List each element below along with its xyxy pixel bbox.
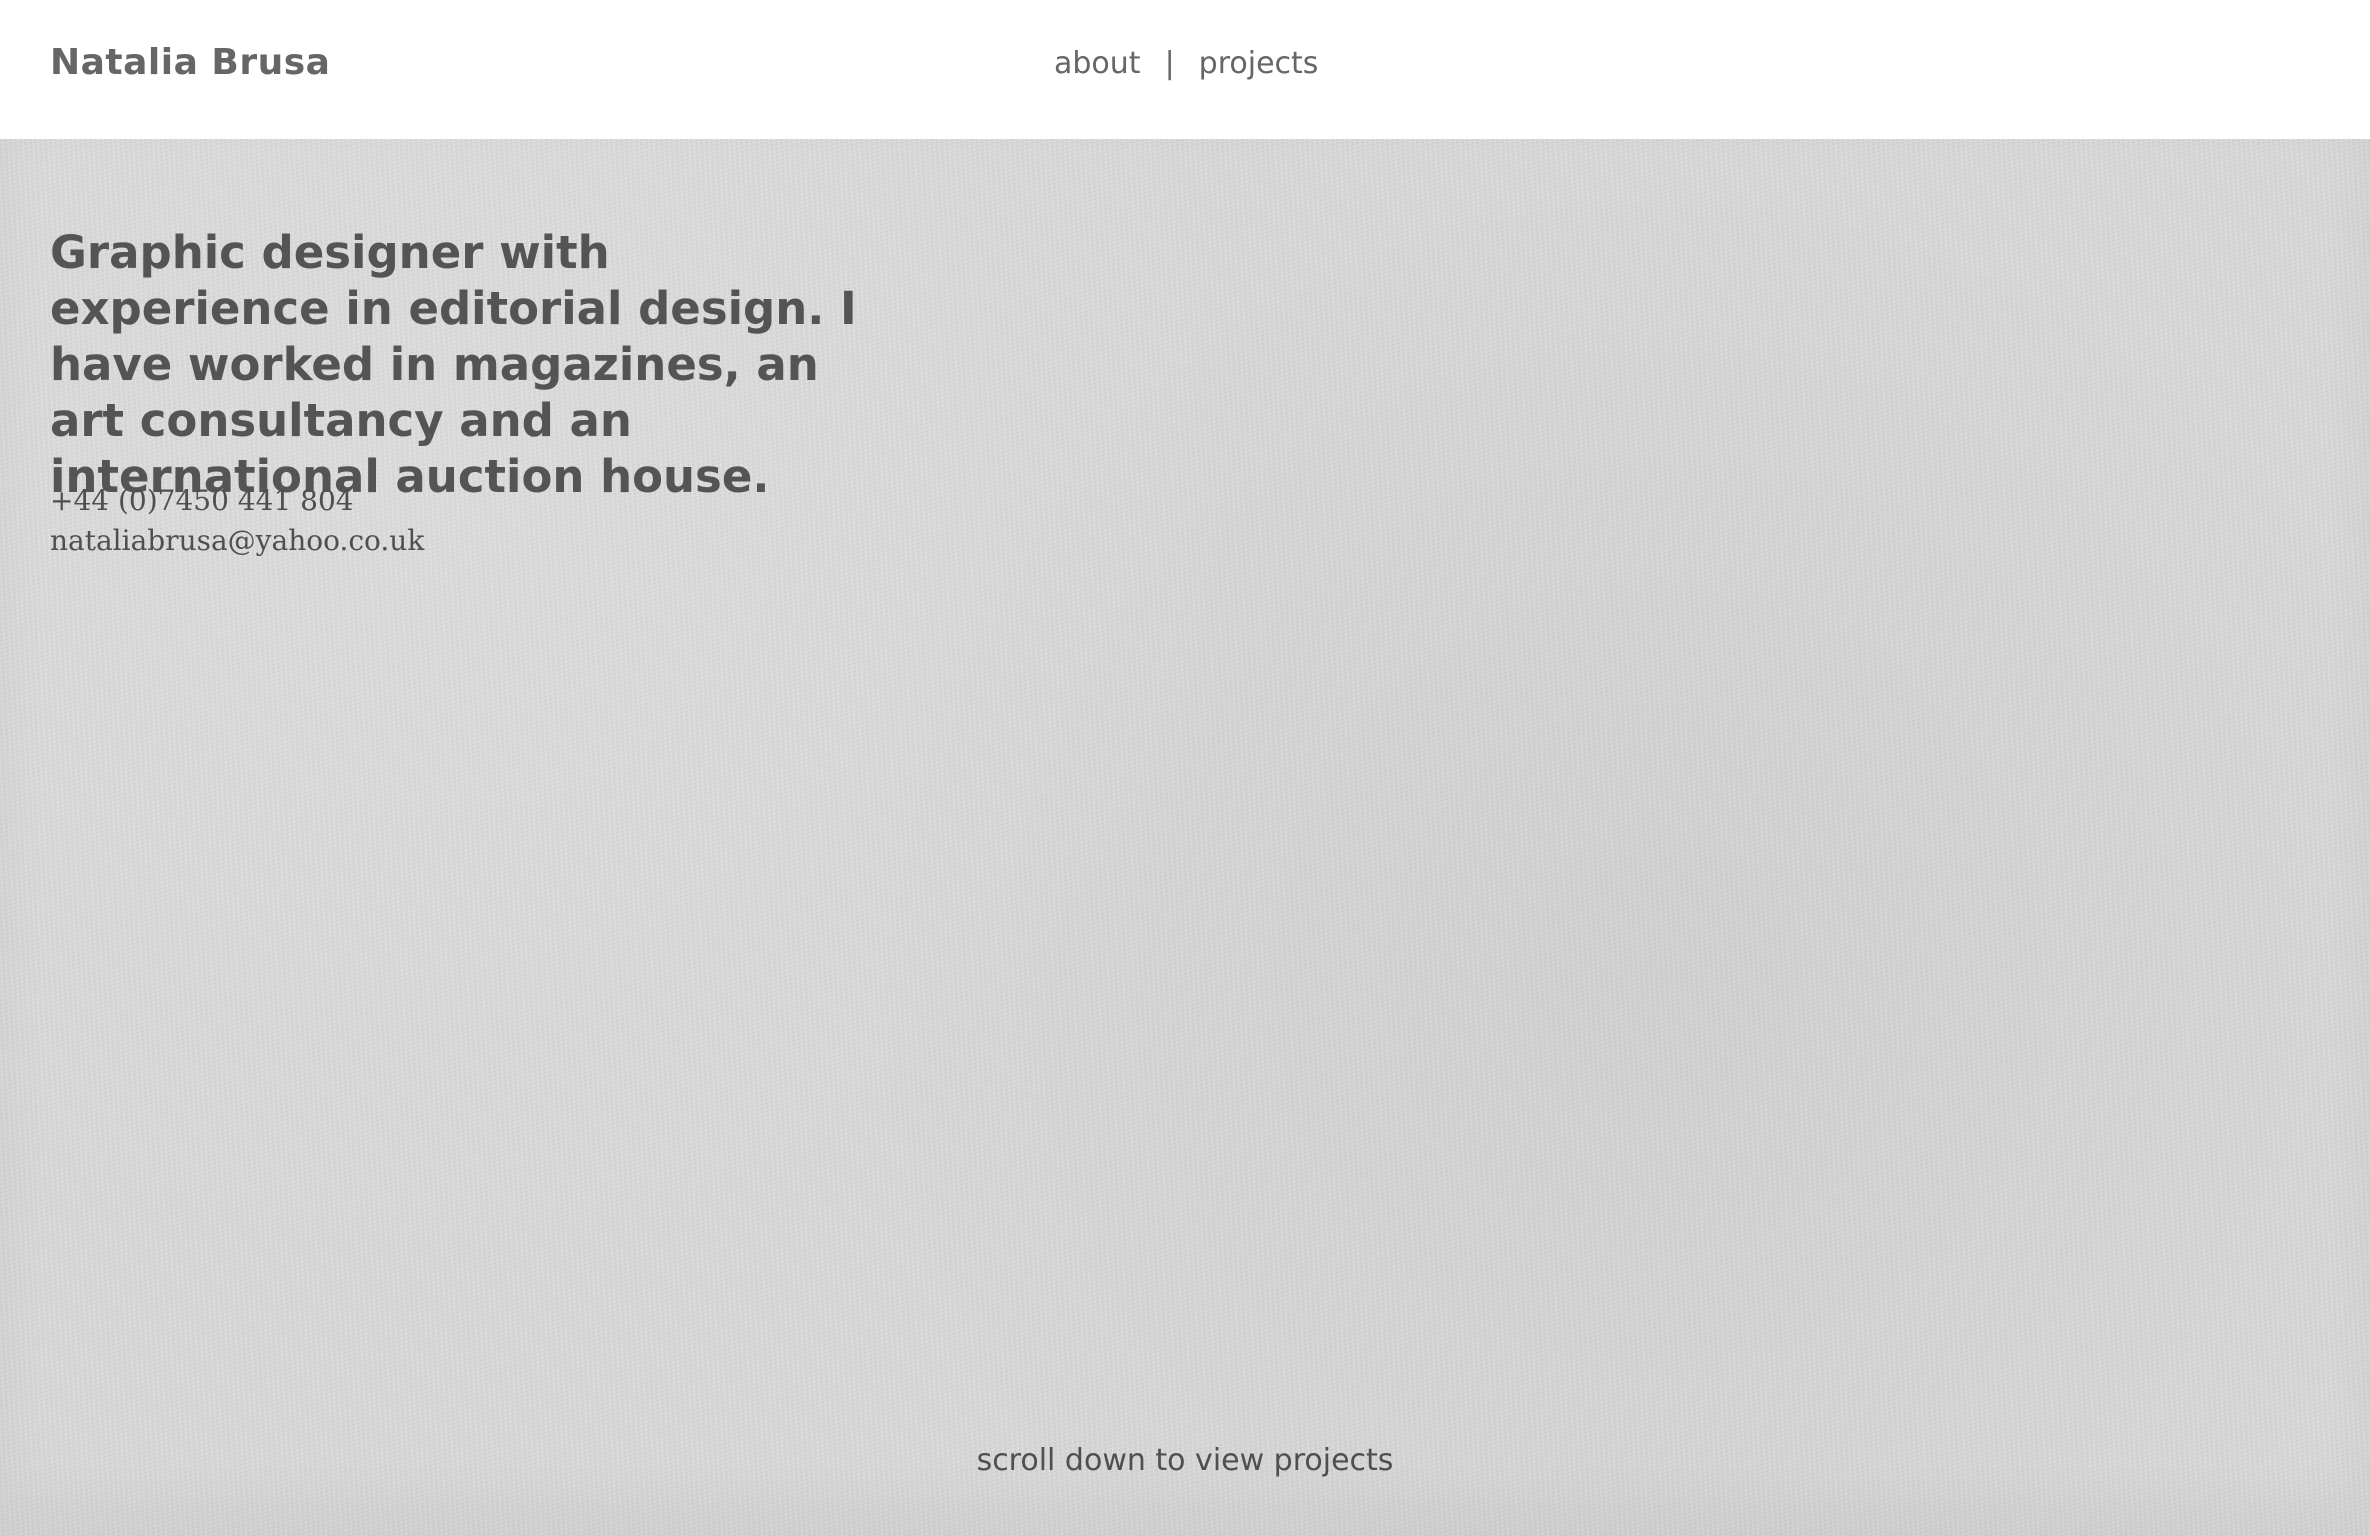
main-nav: about | projects	[1054, 46, 1318, 81]
scroll-hint[interactable]: scroll down to view projects	[0, 1443, 2370, 1478]
contact-info: +44 (0)7450 441 804 nataliabrusa@yahoo.c…	[50, 481, 424, 561]
site-header: Natalia Brusa about | projects	[0, 0, 2370, 139]
nav-separator: |	[1164, 46, 1175, 81]
email-address[interactable]: nataliabrusa@yahoo.co.uk	[50, 521, 424, 561]
nav-about-link[interactable]: about	[1054, 46, 1141, 81]
site-title-link[interactable]: Natalia Brusa	[50, 42, 330, 83]
nav-projects-link[interactable]: projects	[1199, 46, 1319, 81]
phone-number: +44 (0)7450 441 804	[50, 484, 354, 517]
bio-text: Graphic designer with experience in edit…	[50, 226, 857, 503]
intro-section: Graphic designer with experience in edit…	[0, 139, 2370, 1536]
